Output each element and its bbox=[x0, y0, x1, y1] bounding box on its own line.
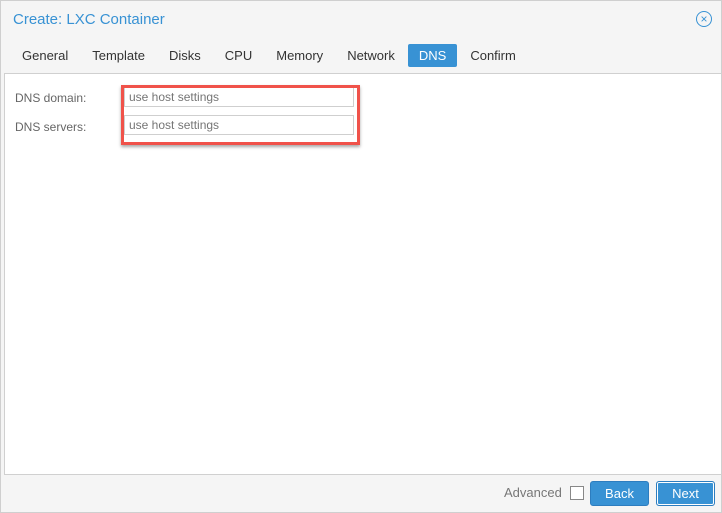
advanced-checkbox[interactable] bbox=[570, 486, 584, 500]
dns-servers-label: DNS servers: bbox=[15, 120, 87, 134]
dialog: Create: LXC Container × General Template… bbox=[0, 0, 722, 513]
close-icon[interactable]: × bbox=[696, 11, 712, 27]
dns-domain-label: DNS domain: bbox=[15, 91, 87, 105]
tab-bar: General Template Disks CPU Memory Networ… bbox=[11, 44, 529, 67]
tab-dns[interactable]: DNS bbox=[407, 44, 458, 67]
tab-disks[interactable]: Disks bbox=[158, 44, 212, 67]
dialog-title: Create: LXC Container bbox=[13, 11, 165, 28]
tab-general[interactable]: General bbox=[11, 44, 79, 67]
back-button[interactable]: Back bbox=[590, 481, 649, 506]
tab-confirm[interactable]: Confirm bbox=[459, 44, 527, 67]
dns-panel: DNS domain: DNS servers: bbox=[4, 73, 722, 475]
next-button[interactable]: Next bbox=[656, 481, 715, 506]
tab-cpu[interactable]: CPU bbox=[214, 44, 263, 67]
tab-network[interactable]: Network bbox=[336, 44, 406, 67]
tab-memory[interactable]: Memory bbox=[265, 44, 334, 67]
tab-template[interactable]: Template bbox=[81, 44, 156, 67]
highlight-box bbox=[121, 85, 360, 145]
advanced-label: Advanced bbox=[504, 485, 562, 500]
